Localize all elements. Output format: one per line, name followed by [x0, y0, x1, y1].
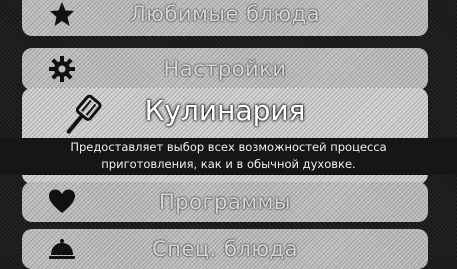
menu-item-description: Предоставляет выбор всех возможностей пр…: [0, 138, 457, 175]
menu-item-special-dishes[interactable]: Спец. блюда: [22, 229, 428, 269]
menu-item-culinary[interactable]: Кулинария Предоставляет выбор всех возмо…: [0, 88, 457, 184]
menu-item-favorites[interactable]: Любимые блюда: [22, 0, 428, 36]
menu-item-label: Программы: [159, 190, 291, 214]
menu-item-label: Любимые блюда: [129, 2, 321, 26]
menu-item-title: Кулинария: [144, 94, 306, 127]
menu: Любимые блюда Настройки Кулинария Предос…: [0, 0, 457, 269]
description-line: Предоставляет выбор всех возможностей пр…: [70, 140, 387, 154]
menu-item-settings[interactable]: Настройки: [22, 48, 428, 90]
menu-item-programs[interactable]: Программы: [22, 182, 428, 222]
menu-item-label: Настройки: [163, 57, 287, 81]
description-line: приготовления, как и в обычной духовке.: [101, 157, 356, 171]
menu-item-label: Спец. блюда: [152, 237, 298, 261]
